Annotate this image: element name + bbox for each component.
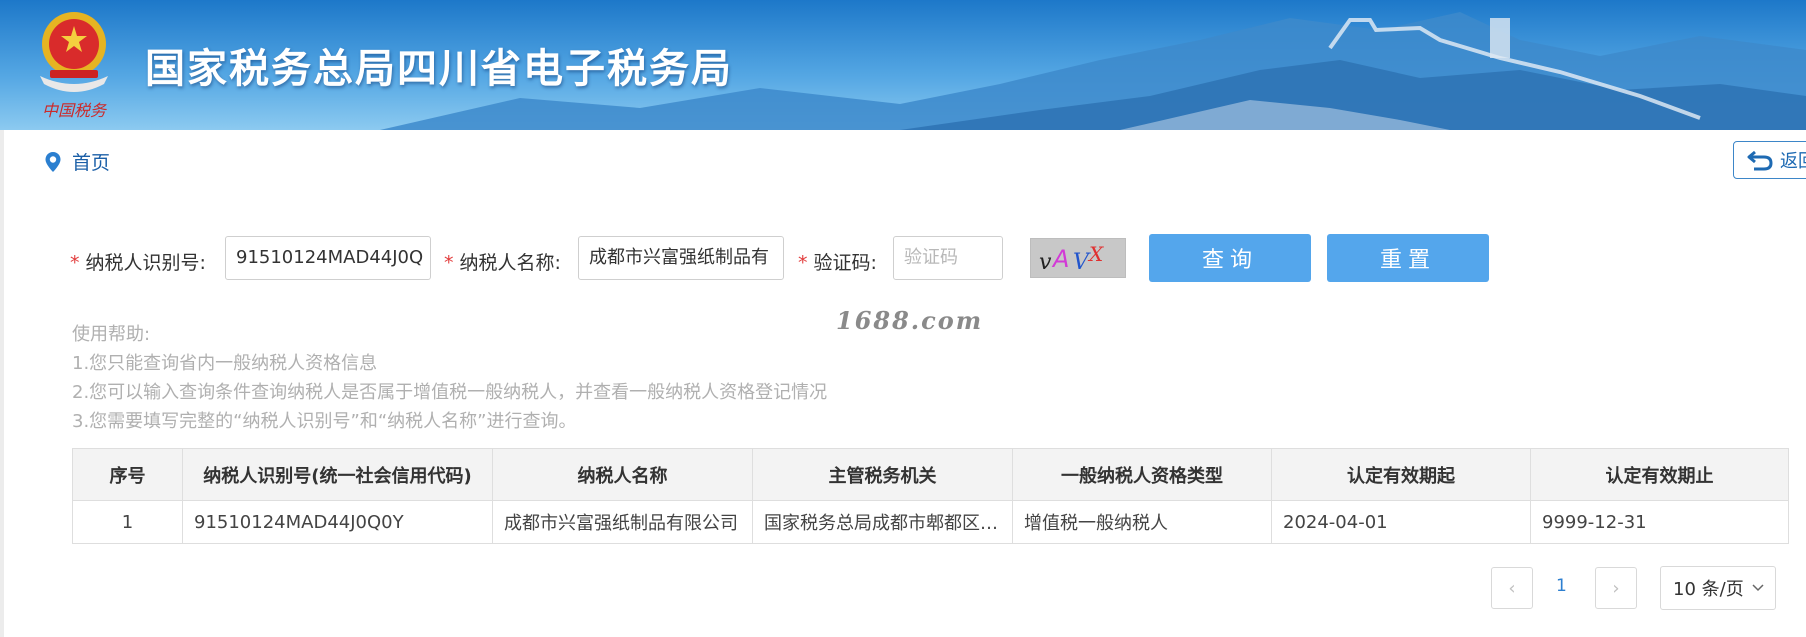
back-button-label: 返回 xyxy=(1780,151,1806,172)
column-header-tax-authority: 主管税务机关 xyxy=(752,448,1013,501)
watermark: 1688.com xyxy=(836,306,984,335)
required-mark: * xyxy=(70,252,80,274)
cell-index: 1 xyxy=(72,500,183,544)
column-header-valid-to: 认定有效期止 xyxy=(1530,448,1789,501)
breadcrumb-home-link[interactable]: 首页 xyxy=(72,148,110,175)
left-edge-divider xyxy=(0,130,4,637)
chevron-right-icon: › xyxy=(1612,577,1620,599)
cell-valid-from: 2024-04-01 xyxy=(1271,500,1531,544)
national-emblem-icon: 中国税务 xyxy=(40,12,108,120)
site-title: 国家税务总局四川省电子税务局 xyxy=(145,46,733,92)
breadcrumb: 首页 xyxy=(44,148,110,175)
help-title: 使用帮助: xyxy=(72,324,151,345)
required-mark: * xyxy=(798,252,808,274)
page: 中国税务 国家税务总局四川省电子税务局 首页 返回 *纳税人识别号: 91510… xyxy=(0,0,1806,637)
taxpayer-id-input[interactable]: 91510124MAD44J0Q xyxy=(225,236,431,280)
help-line: 3.您需要填写完整的“纳税人识别号”和“纳税人名称”进行查询。 xyxy=(72,411,577,432)
column-header-taxpayer-id: 纳税人识别号(统一社会信用代码) xyxy=(182,448,493,501)
emblem-caption: 中国税务 xyxy=(42,101,108,120)
captcha-image[interactable]: v A V X xyxy=(1030,238,1126,278)
prev-page-button[interactable]: ‹ xyxy=(1491,567,1533,609)
chevron-down-icon xyxy=(1752,584,1764,592)
captcha-text-graphic: v A V X xyxy=(1039,242,1104,275)
svg-text:X: X xyxy=(1087,242,1104,266)
column-header-index: 序号 xyxy=(72,448,183,501)
cell-taxpayer-name: 成都市兴富强纸制品有限公司 xyxy=(492,500,753,544)
table-header-row: 序号 纳税人识别号(统一社会信用代码) 纳税人名称 主管税务机关 一般纳税人资格… xyxy=(72,448,1789,501)
taxpayer-name-input[interactable]: 成都市兴富强纸制品有 xyxy=(578,236,784,280)
help-line: 1.您只能查询省内一般纳税人资格信息 xyxy=(72,353,378,374)
svg-text:A: A xyxy=(1051,245,1069,273)
next-page-button[interactable]: › xyxy=(1595,567,1637,609)
help-section: 使用帮助: 1.您只能查询省内一般纳税人资格信息 2.您可以输入查询条件查询纳税… xyxy=(72,320,827,436)
page-size-value: 10 条/页 xyxy=(1673,579,1744,600)
taxpayer-id-label: * 纳税人识别号: xyxy=(70,252,206,274)
svg-text:v: v xyxy=(1039,250,1052,275)
page-size-select[interactable]: 10 条/页 xyxy=(1660,566,1776,610)
captcha-label: * 验证码: xyxy=(798,252,877,274)
current-page-number[interactable]: 1 xyxy=(1556,576,1567,596)
cell-valid-to: 9999-12-31 xyxy=(1530,500,1789,544)
result-table: 序号 纳税人识别号(统一社会信用代码) 纳税人名称 主管税务机关 一般纳税人资格… xyxy=(72,448,1789,544)
location-pin-icon xyxy=(45,151,61,172)
help-line: 2.您可以输入查询条件查询纳税人是否属于增值税一般纳税人，并查看一般纳税人资格登… xyxy=(72,382,828,403)
return-arrow-icon xyxy=(1747,150,1773,171)
table-row[interactable]: 1 91510124MAD44J0Q0Y 成都市兴富强纸制品有限公司 国家税务总… xyxy=(72,500,1789,544)
column-header-taxpayer-name: 纳税人名称 xyxy=(492,448,753,501)
chevron-left-icon: ‹ xyxy=(1508,577,1516,599)
cell-taxpayer-id: 91510124MAD44J0Q0Y xyxy=(182,500,493,544)
required-mark: * xyxy=(444,252,454,274)
cell-tax-authority: 国家税务总局成都市郫都区税务局 xyxy=(752,500,1013,544)
taxpayer-name-label: * 纳税人名称: xyxy=(444,252,561,274)
header-banner: 中国税务 国家税务总局四川省电子税务局 xyxy=(0,0,1806,130)
back-button[interactable]: 返回 xyxy=(1733,141,1806,179)
query-button[interactable]: 查询 xyxy=(1149,234,1311,282)
column-header-valid-from: 认定有效期起 xyxy=(1271,448,1531,501)
captcha-input[interactable]: 验证码 xyxy=(893,236,1003,280)
column-header-qualification-type: 一般纳税人资格类型 xyxy=(1012,448,1272,501)
reset-button[interactable]: 重置 xyxy=(1327,234,1489,282)
cell-qualification-type: 增值税一般纳税人 xyxy=(1012,500,1272,544)
